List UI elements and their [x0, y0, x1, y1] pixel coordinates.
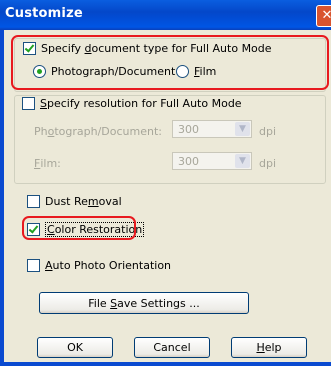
window-frame-left [0, 30, 4, 366]
specify-resolution-label: Specify resolution for Full Auto Mode [40, 97, 242, 110]
auto-photo-orientation-label: Auto Photo Orientation [45, 259, 172, 272]
chevron-down-icon: ▼ [235, 122, 250, 136]
close-icon: ✕ [321, 8, 331, 23]
checkbox-empty-icon [27, 259, 40, 272]
film-resolution-value: 300 [178, 154, 199, 168]
photograph-dpi-unit: dpi [259, 125, 277, 138]
title-bar: Customize ✕ [0, 0, 331, 30]
photograph-resolution-select[interactable]: 300 ▼ [172, 120, 252, 138]
customize-dialog: Customize ✕ Specify document type for Fu… [0, 0, 331, 366]
specify-resolution-checkbox[interactable]: Specify resolution for Full Auto Mode [22, 97, 242, 110]
checkbox-empty-icon [22, 97, 35, 110]
help-label: Help [256, 341, 282, 354]
doc-type-highlight [11, 35, 329, 90]
photograph-resolution-value: 300 [178, 122, 199, 136]
film-resolution-label: Film: [34, 157, 61, 170]
color-restoration-highlight [22, 216, 136, 240]
film-resolution-select[interactable]: 300 ▼ [172, 152, 252, 170]
dialog-title: Customize [5, 6, 83, 21]
cancel-button[interactable]: Cancel [134, 337, 210, 358]
checkbox-empty-icon [27, 195, 40, 208]
chevron-down-icon: ▼ [235, 154, 250, 168]
help-button[interactable]: Help [231, 337, 307, 358]
cancel-label: Cancel [153, 341, 191, 354]
film-dpi-unit: dpi [259, 157, 277, 170]
ok-button[interactable]: OK [37, 337, 113, 358]
file-save-settings-button[interactable]: File Save Settings ... [39, 292, 249, 314]
dust-removal-checkbox[interactable]: Dust Removal [27, 195, 122, 208]
ok-label: OK [67, 341, 83, 354]
close-button[interactable]: ✕ [316, 5, 331, 27]
dust-removal-label: Dust Removal [45, 195, 122, 208]
auto-photo-orientation-checkbox[interactable]: Auto Photo Orientation [27, 259, 171, 272]
photograph-resolution-label: Ph o tograph/Document: [34, 125, 162, 138]
window-frame-bottom [0, 362, 331, 366]
file-save-settings-label: File Save Settings ... [88, 296, 200, 310]
